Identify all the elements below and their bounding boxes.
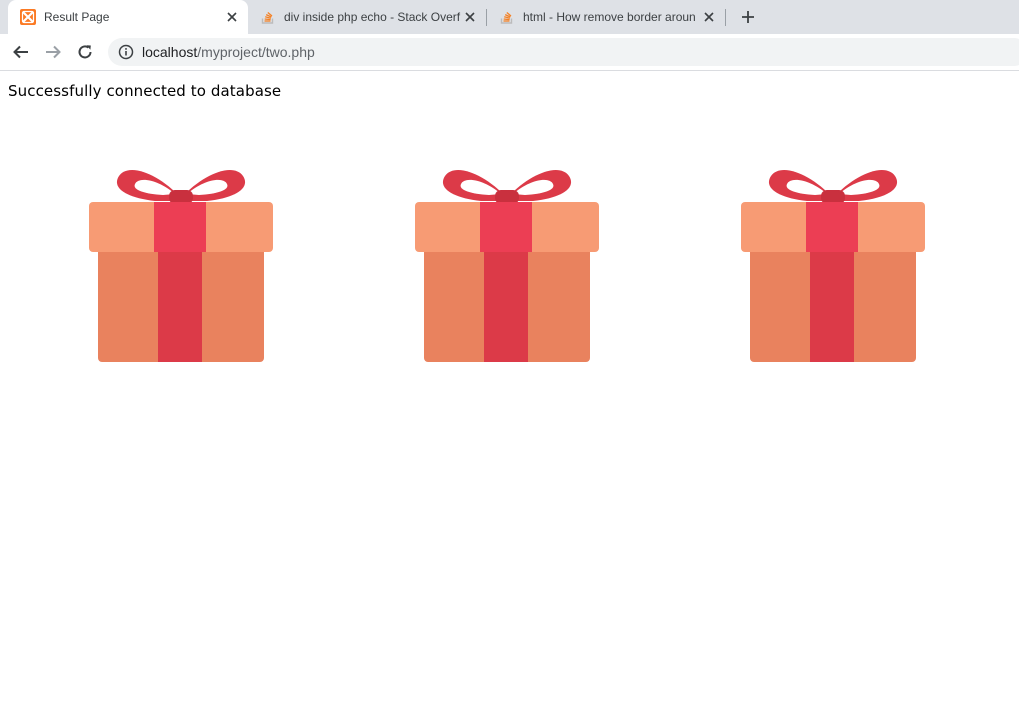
stackoverflow-icon [260,9,276,25]
forward-button[interactable] [40,39,66,65]
tab-separator [725,9,726,26]
info-icon[interactable] [118,44,134,60]
reload-button[interactable] [72,39,98,65]
close-tab-icon[interactable] [701,9,717,25]
connection-status-message: Successfully connected to database [8,82,282,100]
close-tab-icon[interactable] [462,9,478,25]
plus-icon [742,11,754,23]
url-host: localhost [142,44,198,60]
address-bar[interactable]: localhost/myproject/two.php [108,38,1019,66]
gift-icon [741,164,925,362]
gift-icon [89,164,273,362]
tab-title: html - How remove border aroun [523,10,696,24]
browser-toolbar: localhost/myproject/two.php [0,34,1019,71]
url-path: /myproject/two.php [197,44,315,60]
reload-icon [78,45,92,59]
close-tab-icon[interactable] [224,9,240,25]
arrow-right-icon [46,45,61,59]
tab-html-remove-border[interactable]: html - How remove border aroun [487,0,725,34]
tab-title: Result Page [44,10,110,24]
tab-div-inside-php-echo[interactable]: div inside php echo - Stack Overf [248,0,486,34]
tab-title: div inside php echo - Stack Overf [284,10,461,24]
gift-icon [415,164,599,362]
tab-result-page[interactable]: Result Page [8,0,248,34]
arrow-left-icon [13,45,28,59]
back-button[interactable] [8,39,34,65]
xampp-icon [20,9,36,25]
stackoverflow-icon [499,9,515,25]
tab-strip: Result Page div inside php echo - Stack … [0,0,1019,34]
new-tab-button[interactable] [736,5,760,29]
url-text: localhost/myproject/two.php [142,44,315,60]
